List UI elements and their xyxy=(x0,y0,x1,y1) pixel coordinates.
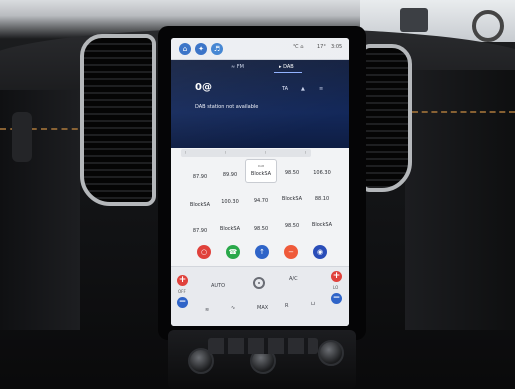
app-dock: ○ ☎ ↑ − ◉ xyxy=(197,245,327,261)
status-message: DAB station not available xyxy=(195,104,259,110)
outside-temperature: 17° xyxy=(317,44,326,50)
car-interior-photo: ⌂ ✦ ♬ ℃ ⌂ 17° 3:05 ≈ FM ▸ DAB 0@ TA ▲ ≡ … xyxy=(0,0,515,389)
driver-temp-down-button[interactable]: − xyxy=(177,297,188,308)
navigation-app-icon[interactable]: ↑ xyxy=(255,245,269,259)
seat-heat-icon[interactable]: ∿ xyxy=(231,305,235,311)
preset-grid: 87.90 89.90 DAB BlockSA 98.50 106.30 Blo… xyxy=(185,158,337,240)
defrost-front-icon[interactable]: ≋ xyxy=(205,307,209,313)
preset-button[interactable]: 106.30 xyxy=(307,162,337,184)
passenger-temp-down-button[interactable]: − xyxy=(331,293,342,304)
passenger-temperature: LO xyxy=(333,285,339,290)
preset-button[interactable]: 98.50 xyxy=(277,215,307,237)
air-vent-right xyxy=(360,44,412,192)
driver-temperature: OFF xyxy=(178,289,186,294)
driver-temp-up-button[interactable]: + xyxy=(177,275,188,286)
preset-button-selected[interactable]: DAB BlockSA xyxy=(246,160,276,182)
preset-button[interactable]: 98.50 xyxy=(277,162,307,184)
radio-app-icon[interactable]: ○ xyxy=(197,245,211,259)
preset-button[interactable]: 98.50 xyxy=(246,218,276,240)
preset-button[interactable]: BlockSA xyxy=(307,214,337,236)
steering-heat-icon[interactable]: ⊔ xyxy=(311,301,315,307)
phone-app-icon[interactable]: ☎ xyxy=(226,245,240,259)
temperature-knob-right[interactable] xyxy=(318,340,344,366)
menu-icon[interactable]: ≡ xyxy=(319,86,323,92)
contrast-stitching xyxy=(412,111,515,113)
mirror xyxy=(400,8,428,32)
climate-bar: + OFF − AUTO A/C ≋ ∿ MAX R ⊔ + LO − xyxy=(171,266,349,326)
rear-defrost-button[interactable]: R xyxy=(285,303,288,309)
clock: 3:05 xyxy=(331,44,343,50)
radio-panel: ≈ FM ▸ DAB 0@ TA ▲ ≡ DAB station not ava… xyxy=(171,60,349,148)
scale-tick: | xyxy=(305,150,307,154)
status-bar: ⌂ ✦ ♬ ℃ ⌂ 17° 3:05 xyxy=(171,38,349,60)
tab-dab[interactable]: ▸ DAB xyxy=(279,64,294,70)
exterior-vehicle xyxy=(472,10,504,42)
preset-button[interactable]: 87.90 xyxy=(185,166,215,188)
preset-button[interactable]: BlockSA xyxy=(277,188,307,210)
compass-icon[interactable]: ✦ xyxy=(195,43,207,55)
tab-fm[interactable]: ≈ FM xyxy=(231,64,244,70)
scale-tick: | xyxy=(225,150,227,154)
preset-button[interactable]: BlockSA xyxy=(215,218,245,240)
ta-button[interactable]: TA xyxy=(282,86,288,92)
max-defrost-button[interactable]: MAX xyxy=(257,305,268,311)
fan-icon[interactable] xyxy=(253,277,265,289)
preset-button[interactable]: 88.10 xyxy=(307,188,337,210)
console-button-row[interactable] xyxy=(208,338,318,354)
dashboard-right-panel xyxy=(405,70,515,330)
station-name: 0@ xyxy=(195,82,212,93)
active-tab-indicator xyxy=(274,72,302,73)
air-vent-left xyxy=(80,34,156,206)
status-indicators: ℃ ⌂ xyxy=(293,44,304,50)
preset-button[interactable]: 100.30 xyxy=(215,191,245,213)
passenger-temp-up-button[interactable]: + xyxy=(331,271,342,282)
preset-button[interactable]: 94.70 xyxy=(246,190,276,212)
preset-button[interactable]: 89.90 xyxy=(215,164,245,186)
media-app-icon[interactable]: − xyxy=(284,245,298,259)
scale-tick: | xyxy=(185,150,187,154)
door-handle xyxy=(12,112,32,162)
media-icon[interactable]: ♬ xyxy=(211,43,223,55)
preset-button[interactable]: BlockSA xyxy=(185,194,215,216)
radio-tabs: ≈ FM ▸ DAB xyxy=(171,64,349,74)
auto-button[interactable]: AUTO xyxy=(211,283,225,289)
settings-app-icon[interactable]: ◉ xyxy=(313,245,327,259)
signal-icon[interactable]: ▲ xyxy=(301,86,305,92)
home-icon[interactable]: ⌂ xyxy=(179,43,191,55)
infotainment-screen: ⌂ ✦ ♬ ℃ ⌂ 17° 3:05 ≈ FM ▸ DAB 0@ TA ▲ ≡ … xyxy=(171,38,349,326)
ac-button[interactable]: A/C xyxy=(289,276,298,282)
preset-button[interactable]: 87.90 xyxy=(185,220,215,242)
lower-console xyxy=(168,330,356,389)
preset-band: DAB xyxy=(257,164,265,168)
